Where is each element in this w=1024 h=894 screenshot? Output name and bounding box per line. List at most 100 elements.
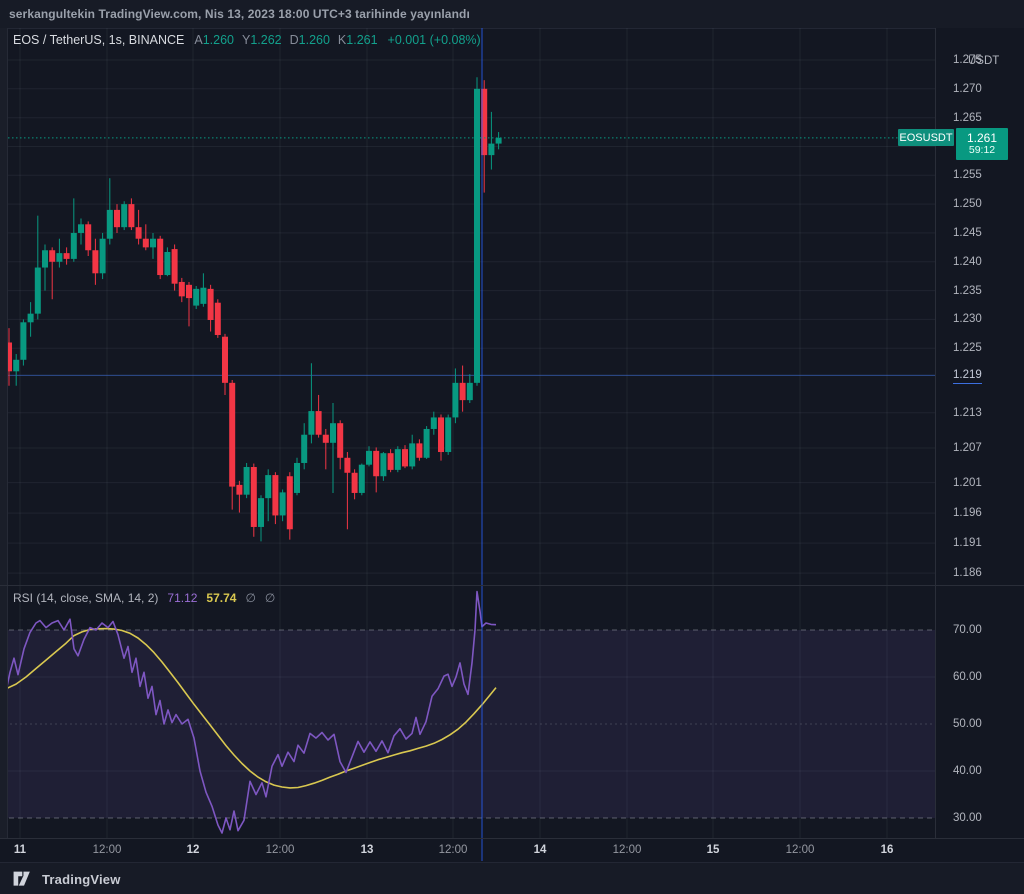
candle-body: [409, 443, 415, 466]
candle-body: [359, 465, 365, 493]
candle-body: [496, 138, 502, 144]
candle-body: [294, 463, 300, 493]
price-axis-label: 1.275: [953, 52, 982, 68]
time-axis[interactable]: 1112:001212:001312:001412:001512:0016: [0, 839, 935, 862]
price-grid: [0, 28, 935, 585]
time-label-day: 14: [534, 844, 547, 856]
candle-body: [308, 411, 314, 435]
price-pane[interactable]: [0, 28, 935, 585]
candle-body: [265, 475, 271, 498]
price-axis-label: 1.245: [953, 225, 982, 241]
ohlc-pair: A1.260: [194, 33, 234, 47]
candle-body: [172, 249, 178, 284]
time-label-hour: 12:00: [786, 844, 815, 856]
ohlc-pair: D1.260: [290, 33, 330, 47]
candle-body: [258, 498, 264, 527]
price-axis-label: 1.235: [953, 283, 982, 299]
price-axis-label: 1.186: [953, 565, 982, 581]
symbol-title[interactable]: EOS / TetherUS, 1s, BINANCE: [13, 33, 184, 47]
tradingview-logo-icon[interactable]: [13, 871, 35, 887]
candle-body: [316, 411, 322, 435]
candle-body: [92, 250, 98, 273]
candle-body: [323, 435, 329, 443]
symbol-price-tag: EOSUSDT: [898, 129, 954, 146]
candle-body: [445, 417, 451, 452]
last-price-badge: 1.261 59:12: [956, 128, 1008, 160]
candle-body: [395, 449, 401, 470]
candle-body: [42, 250, 48, 267]
candle-body: [438, 417, 444, 452]
candle-body: [193, 289, 199, 306]
candle-body: [215, 303, 221, 335]
rsi-axis-label: 60.00: [953, 669, 982, 685]
candle-body: [200, 288, 206, 304]
candle-body: [373, 451, 379, 476]
candle-body: [208, 289, 214, 320]
candle-body: [344, 458, 350, 473]
rsi-axis-label: 70.00: [953, 622, 982, 638]
candle-body: [128, 204, 134, 227]
candle-body: [35, 268, 41, 314]
time-label-day: 16: [881, 844, 894, 856]
symbol-legend: EOS / TetherUS, 1s, BINANCE A1.260 Y1.262…: [13, 31, 481, 49]
time-label-hour: 12:00: [439, 844, 468, 856]
price-axis-label: 1.201: [953, 475, 982, 491]
price-axis-label: 1.207: [953, 440, 982, 456]
rsi-legend: RSI (14, close, SMA, 14, 2) 71.12 57.74 …: [13, 590, 275, 606]
price-axis-label: 1.250: [953, 196, 982, 212]
rsi-title[interactable]: RSI (14, close, SMA, 14, 2): [13, 591, 158, 605]
candle-body: [150, 239, 156, 248]
price-axis-label: 1.213: [953, 405, 982, 421]
candle-body: [380, 453, 386, 476]
candle-body: [488, 144, 494, 156]
candle-body: [222, 337, 228, 383]
candle-body: [121, 204, 127, 227]
time-label-day: 15: [707, 844, 720, 856]
ohlc-pair: Y1.262: [242, 33, 282, 47]
price-axis-label: 1.265: [953, 110, 982, 126]
candle-body: [114, 210, 120, 227]
price-axis-label: 1.219: [953, 367, 982, 384]
empty-set-icon: ∅: [245, 591, 255, 605]
ohlc-values: A1.260Y1.262D1.260K1.261: [194, 33, 385, 47]
empty-set-icon: ∅: [265, 591, 275, 605]
candle-body: [280, 492, 286, 515]
publication-vline: [481, 839, 483, 861]
candle-body: [452, 383, 458, 418]
candle-body: [100, 239, 106, 274]
publish-info-text: serkangultekin TradingView.com, Nis 13, …: [9, 7, 470, 21]
candle-body: [107, 210, 113, 239]
candle-body: [186, 285, 192, 298]
price-axis-label: 1.240: [953, 254, 982, 270]
badge-countdown: 59:12: [969, 145, 995, 157]
candle-body: [337, 423, 343, 458]
candle-body: [366, 451, 372, 465]
candle-body: [71, 233, 77, 259]
candle-body: [272, 475, 278, 515]
price-axis-label: 1.230: [953, 311, 982, 327]
rsi-sma-value: 57.74: [206, 591, 236, 605]
candle-body: [287, 476, 293, 529]
candle-body: [28, 314, 34, 323]
candle-body: [13, 360, 19, 372]
rsi-axis-label: 40.00: [953, 763, 982, 779]
candle-body: [236, 485, 242, 495]
candle-body: [431, 417, 437, 429]
candle-body: [229, 383, 235, 487]
candle-body: [143, 239, 149, 248]
candle-body: [20, 322, 26, 359]
candle-body: [424, 429, 430, 458]
rsi-axis-label: 30.00: [953, 810, 982, 826]
time-label-hour: 12:00: [93, 844, 122, 856]
pane-divider[interactable]: [0, 585, 1024, 586]
candle-body: [416, 443, 422, 457]
rsi-pane[interactable]: [0, 586, 935, 838]
candle-body: [56, 253, 62, 262]
footer-brand-text[interactable]: TradingView: [42, 872, 121, 887]
time-axis-divider: [0, 838, 1024, 839]
candle-body: [78, 224, 84, 233]
candle-body: [164, 252, 170, 275]
candle-body: [467, 383, 473, 400]
candle-body: [85, 224, 91, 250]
candle-body: [49, 250, 55, 262]
